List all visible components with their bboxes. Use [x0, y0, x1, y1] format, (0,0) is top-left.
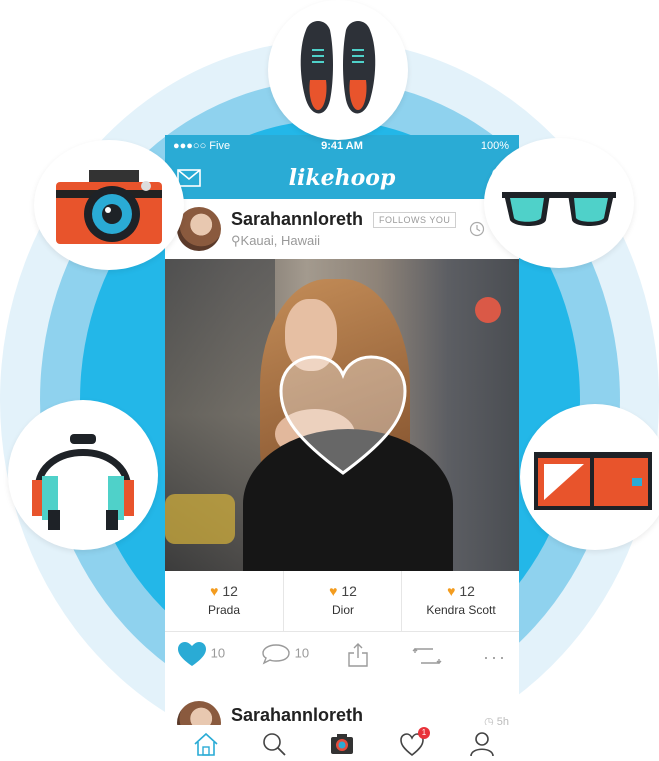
camera-tab-icon[interactable]	[329, 731, 355, 757]
like-count: 10	[210, 645, 226, 661]
status-time: 9:41 AM	[321, 140, 363, 152]
phone-screen: ●●●○○ Five 9:41 AM 100% likehoop Sarahan…	[165, 135, 519, 761]
comment-icon	[262, 644, 290, 665]
location-pin-icon: ⚲	[231, 233, 241, 248]
tag-count: 12	[341, 583, 357, 599]
heart-filled-icon	[178, 642, 206, 666]
like-heart-overlay-icon[interactable]	[277, 353, 409, 479]
heart-icon: ♥	[329, 583, 338, 599]
location-text: Kauai, Hawaii	[240, 233, 321, 248]
like-button[interactable]: 10	[177, 641, 225, 667]
brand-tag[interactable]: ♥ 12 Kendra Scott	[401, 571, 519, 631]
tag-name: Prada	[207, 603, 241, 617]
camera-bubble[interactable]	[34, 140, 184, 270]
heart-icon: ♥	[447, 583, 456, 599]
clock-icon	[469, 221, 485, 237]
post-location: ⚲Kauai, Hawaii	[231, 233, 320, 249]
post-header: Sarahannloreth FOLLOWS YOU ⚲Kauai, Hawai…	[165, 199, 519, 259]
camera-icon	[56, 170, 162, 244]
app-header: likehoop	[165, 157, 519, 199]
comment-count: 10	[294, 645, 310, 661]
follows-you-badge: FOLLOWS YOU	[373, 212, 457, 228]
home-icon[interactable]	[193, 731, 219, 757]
wallet-icon	[534, 452, 652, 510]
repost-icon[interactable]	[411, 645, 443, 667]
sunglasses-icon	[502, 192, 616, 226]
tab-bar: 1	[165, 725, 519, 761]
notification-badge: 1	[418, 727, 430, 739]
brand-tags: ♥ 12 Prada ♥ 12 Dior ♥ 12 Kendra Scott	[165, 571, 519, 632]
share-icon[interactable]	[347, 643, 369, 667]
tag-name: Kendra Scott	[426, 603, 496, 617]
wallet-bubble[interactable]	[520, 404, 659, 550]
brand-tag[interactable]: ♥ 12 Prada	[165, 571, 283, 631]
comment-button[interactable]: 10	[261, 643, 309, 665]
headphones-icon	[32, 434, 134, 530]
tag-name: Dior	[331, 603, 354, 617]
headphones-bubble[interactable]	[8, 400, 158, 550]
profile-icon[interactable]	[469, 731, 495, 757]
next-post-header: Sarahannloreth ◷ 5h	[165, 695, 519, 745]
search-icon[interactable]	[261, 731, 287, 757]
app-logo: likehoop	[288, 165, 396, 191]
tag-count: 12	[222, 583, 238, 599]
more-icon[interactable]: ···	[483, 647, 507, 668]
heart-icon: ♥	[210, 583, 219, 599]
post-photo[interactable]	[165, 259, 519, 571]
post-actions: 10 10 ···	[165, 631, 519, 683]
next-post-username[interactable]: Sarahannloreth	[231, 705, 363, 726]
sunglasses-bubble[interactable]	[484, 138, 634, 268]
shoes-bubble[interactable]	[268, 0, 408, 140]
brand-tag[interactable]: ♥ 12 Dior	[283, 571, 402, 631]
tag-count: 12	[459, 583, 475, 599]
post-username[interactable]: Sarahannloreth	[231, 209, 363, 230]
shoes-icon	[300, 21, 376, 114]
